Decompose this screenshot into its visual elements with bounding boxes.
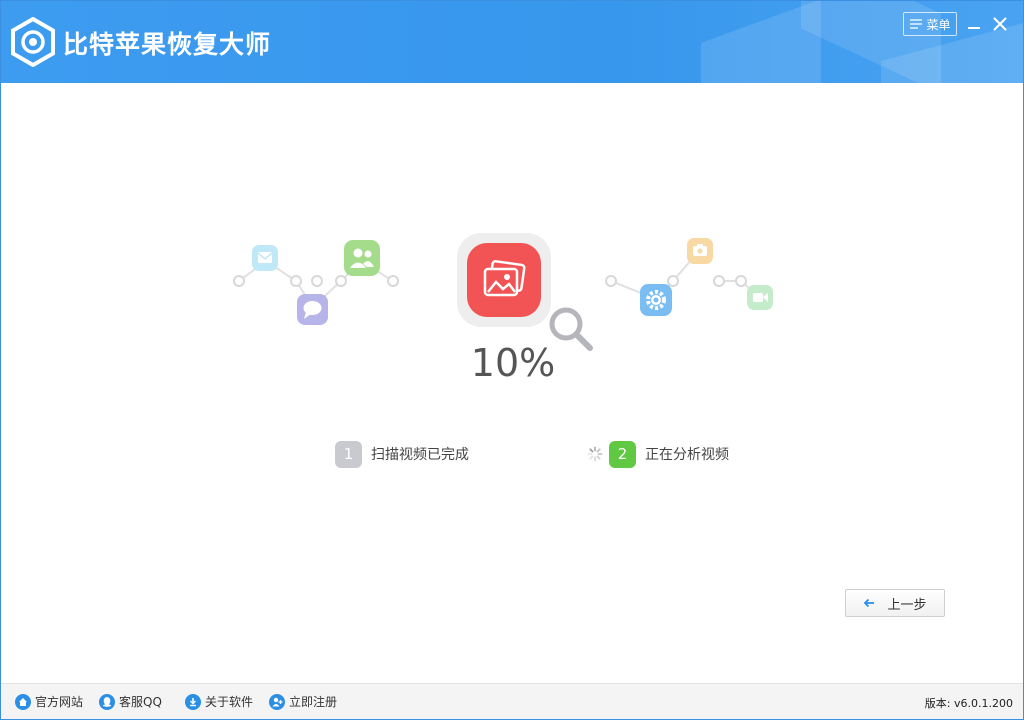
step-scan-complete: 1 扫描视频已完成 xyxy=(335,440,469,468)
minimize-icon xyxy=(967,17,981,31)
arrow-left-icon xyxy=(863,598,875,608)
photo-icon xyxy=(481,260,527,300)
back-label: 上一步 xyxy=(887,594,926,613)
close-button[interactable] xyxy=(989,13,1011,35)
step-label: 正在分析视频 xyxy=(645,444,729,464)
camera-icon xyxy=(687,238,713,264)
close-icon xyxy=(993,17,1007,31)
link-label: 官方网站 xyxy=(35,693,83,710)
mail-icon xyxy=(252,245,278,271)
menu-button[interactable]: 菜单 xyxy=(903,12,957,36)
version-label: 版本: v6.0.1.200 xyxy=(925,695,1013,711)
progress-percent: 10% xyxy=(413,341,613,385)
video-icon xyxy=(747,285,773,310)
user-add-icon xyxy=(269,694,285,710)
app-logo-icon xyxy=(10,17,56,67)
loading-spinner-icon xyxy=(587,446,603,462)
link-support-qq[interactable]: 客服QQ xyxy=(99,693,162,710)
title-bar[interactable]: 比特苹果恢复大师 菜单 xyxy=(1,1,1023,83)
status-bar: 官方网站 客服QQ 关于软件 立即注册 版本: v6.0.1.200 xyxy=(1,683,1023,719)
back-button[interactable]: 上一步 xyxy=(845,589,945,617)
link-about[interactable]: 关于软件 xyxy=(185,693,253,710)
settings-icon xyxy=(640,284,672,316)
step-label: 扫描视频已完成 xyxy=(371,444,469,464)
app-title: 比特苹果恢复大师 xyxy=(63,25,271,61)
minimize-button[interactable] xyxy=(963,13,985,35)
chat-icon xyxy=(297,294,328,325)
link-label: 客服QQ xyxy=(119,693,162,710)
step-number: 1 xyxy=(335,441,362,468)
home-icon xyxy=(15,694,31,710)
info-icon xyxy=(185,694,201,710)
link-official-site[interactable]: 官方网站 xyxy=(15,693,83,710)
link-label: 关于软件 xyxy=(205,693,253,710)
app-window: 比特苹果恢复大师 菜单 xyxy=(0,0,1024,720)
step-number: 2 xyxy=(609,441,636,468)
menu-label: 菜单 xyxy=(926,16,950,33)
menu-icon xyxy=(909,18,923,30)
contacts-icon xyxy=(344,240,380,276)
step-analyzing: 2 正在分析视频 xyxy=(587,440,729,468)
scan-photo-badge xyxy=(457,233,551,327)
link-label: 立即注册 xyxy=(289,693,337,710)
qq-icon xyxy=(99,694,115,710)
link-register[interactable]: 立即注册 xyxy=(269,693,337,710)
